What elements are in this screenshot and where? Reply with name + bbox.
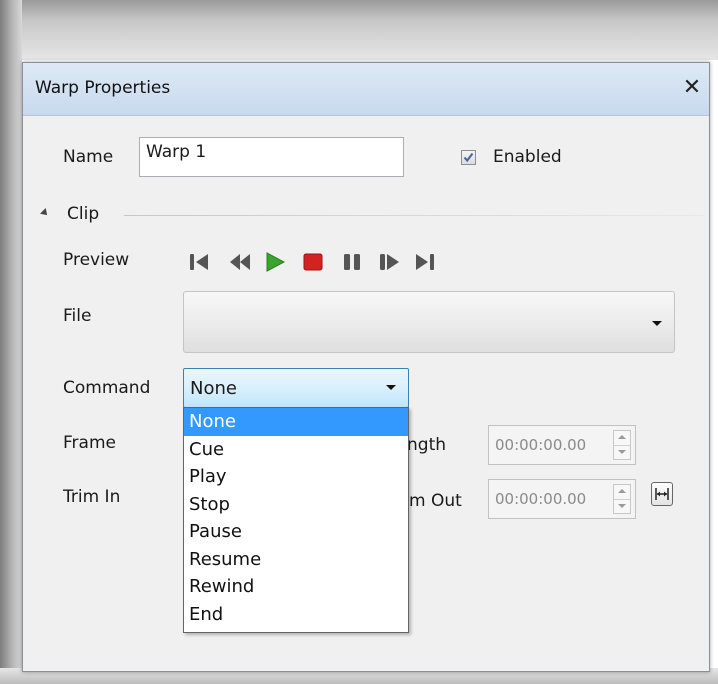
command-option-stop[interactable]: Stop xyxy=(184,491,408,519)
command-option-end[interactable]: End xyxy=(184,601,408,629)
name-label: Name xyxy=(63,147,114,167)
clip-section-label[interactable]: Clip xyxy=(67,204,99,224)
command-select[interactable]: None xyxy=(183,368,409,408)
enabled-checkbox[interactable] xyxy=(461,150,476,165)
length-label: ngth xyxy=(407,435,447,455)
background-app-left-edge xyxy=(0,0,22,684)
fit-range-button[interactable] xyxy=(651,482,673,506)
rewind-button[interactable] xyxy=(228,250,252,274)
trim-out-time-value: 00:00:00.00 xyxy=(495,490,587,508)
pause-button[interactable] xyxy=(340,250,364,274)
name-input[interactable]: Warp 1 xyxy=(139,137,404,177)
command-select-value: None xyxy=(190,378,237,399)
skip-to-start-button[interactable] xyxy=(187,250,211,274)
file-select[interactable] xyxy=(183,291,675,353)
collapse-triangle-icon[interactable] xyxy=(40,208,50,218)
skip-to-end-button[interactable] xyxy=(413,250,437,274)
command-label: Command xyxy=(63,378,151,398)
play-button[interactable] xyxy=(263,250,287,274)
dialog-title: Warp Properties xyxy=(35,78,171,98)
length-time-input[interactable]: 00:00:00.00 xyxy=(488,425,636,465)
trim-in-label: Trim In xyxy=(63,487,121,507)
checkmark-icon xyxy=(463,152,474,163)
step-forward-button[interactable] xyxy=(377,250,401,274)
preview-label: Preview xyxy=(63,250,130,270)
pause-icon xyxy=(344,254,360,270)
spin-up-icon[interactable] xyxy=(614,485,630,499)
spin-down-icon[interactable] xyxy=(614,445,630,460)
command-option-resume[interactable]: Resume xyxy=(184,546,408,574)
background-app-blur xyxy=(0,0,718,60)
frame-label: Frame xyxy=(63,433,116,453)
length-spinner[interactable] xyxy=(613,430,631,460)
command-option-rewind[interactable]: Rewind xyxy=(184,573,408,601)
close-icon: ✕ xyxy=(682,75,702,100)
skip-to-end-icon xyxy=(416,254,434,270)
trim-out-spinner[interactable] xyxy=(613,484,631,514)
command-option-pause[interactable]: Pause xyxy=(184,518,408,546)
fit-width-icon xyxy=(655,488,669,500)
chevron-down-icon xyxy=(386,385,396,390)
command-dropdown-list: None Cue Play Stop Pause Resume Rewind E… xyxy=(183,407,409,633)
trim-out-time-input[interactable]: 00:00:00.00 xyxy=(488,479,636,519)
command-option-play[interactable]: Play xyxy=(184,463,408,491)
command-option-none[interactable]: None xyxy=(184,408,408,436)
section-divider xyxy=(124,215,704,216)
close-button[interactable]: ✕ xyxy=(679,75,705,101)
spin-up-icon[interactable] xyxy=(614,431,630,445)
dialog-titlebar[interactable]: Warp Properties ✕ xyxy=(23,63,709,116)
step-forward-icon xyxy=(380,254,399,270)
command-option-cue[interactable]: Cue xyxy=(184,436,408,464)
warp-properties-dialog: Warp Properties ✕ Name Warp 1 Enabled Cl… xyxy=(22,62,710,672)
chevron-down-icon xyxy=(652,321,662,326)
length-time-value: 00:00:00.00 xyxy=(495,436,587,454)
stop-button[interactable] xyxy=(301,250,325,274)
trim-out-label: m Out xyxy=(409,491,462,511)
rewind-icon xyxy=(230,254,250,270)
stop-icon xyxy=(303,253,323,271)
file-label: File xyxy=(63,306,92,326)
skip-to-start-icon xyxy=(190,254,208,270)
enabled-label: Enabled xyxy=(493,147,562,167)
play-icon xyxy=(266,252,286,272)
spin-down-icon[interactable] xyxy=(614,499,630,514)
